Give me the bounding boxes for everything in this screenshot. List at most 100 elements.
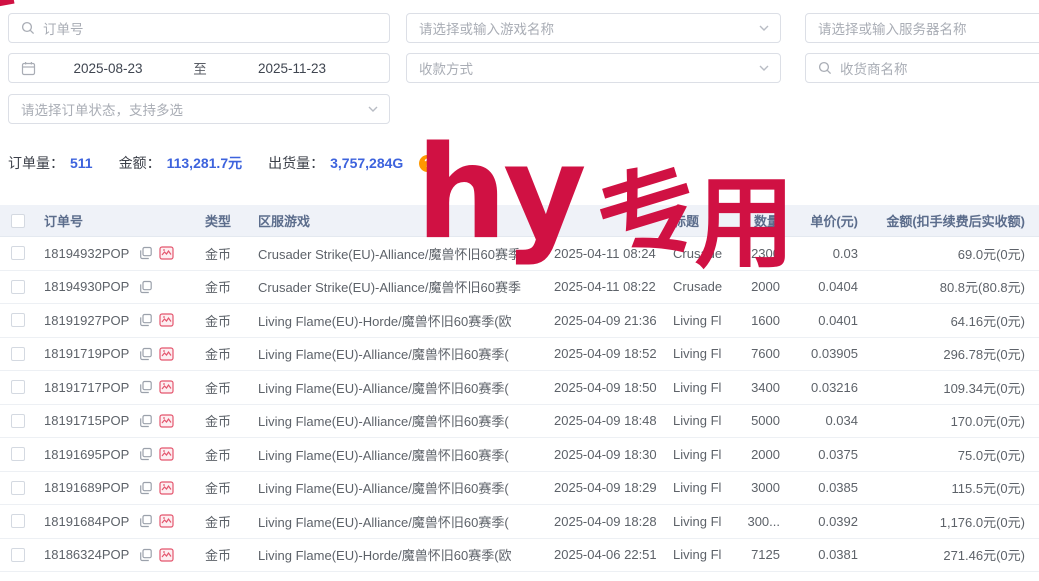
order-title: Crusade <box>673 237 731 270</box>
order-time: 2025-04-11 08:22 <box>547 271 673 304</box>
date-range-picker[interactable]: 2025-08-23 至 2025-11-23 <box>8 53 390 83</box>
search-icon <box>21 21 35 35</box>
order-number: 18191717POP <box>44 380 129 395</box>
order-title: Living Fl <box>673 438 731 471</box>
table-row: 18191719POP金币Living Flame(EU)-Alliance/魔… <box>0 338 1039 372</box>
copy-icon[interactable] <box>139 347 153 361</box>
screenshot-image-icon[interactable] <box>159 313 174 327</box>
row-checkbox[interactable] <box>11 280 25 294</box>
order-no-placeholder: 订单号 <box>43 18 84 38</box>
screenshot-image-icon[interactable] <box>159 414 174 428</box>
row-checkbox[interactable] <box>11 548 25 562</box>
order-quantity: 300... <box>731 505 788 538</box>
date-start-value[interactable]: 2025-08-23 <box>44 61 172 76</box>
row-checkbox[interactable] <box>11 313 25 327</box>
row-checkbox[interactable] <box>11 481 25 495</box>
order-type: 金币 <box>205 237 258 270</box>
order-amount: 1,176.0元(0元) <box>868 505 1039 538</box>
order-type: 金币 <box>205 472 258 505</box>
unit-price: 0.0381 <box>788 539 868 572</box>
screenshot-image-icon[interactable] <box>159 246 174 260</box>
date-range-separator: 至 <box>172 58 228 78</box>
row-checkbox[interactable] <box>11 414 25 428</box>
server-game: Crusader Strike(EU)-Alliance/魔兽怀旧60赛季 <box>258 271 547 304</box>
order-type: 金币 <box>205 371 258 404</box>
receiver-input[interactable]: 收货商名称 <box>805 53 1039 83</box>
order-title: Living Fl <box>673 371 731 404</box>
unit-price: 0.034 <box>788 405 868 438</box>
order-quantity: 2000 <box>731 271 788 304</box>
copy-icon[interactable] <box>139 548 153 562</box>
row-checkbox[interactable] <box>11 447 25 461</box>
orders-table: 订单号 类型 区服游戏 标题 数量 单价(元) 金额(扣手续费后实收额) 181… <box>0 205 1039 572</box>
order-amount: 170.0元(0元) <box>868 405 1039 438</box>
order-type: 金币 <box>205 405 258 438</box>
screenshot-image-icon[interactable] <box>159 380 174 394</box>
unit-price: 0.0385 <box>788 472 868 505</box>
server-select[interactable]: 请选择或输入服务器名称 <box>805 13 1039 43</box>
row-checkbox[interactable] <box>11 514 25 528</box>
copy-icon[interactable] <box>139 380 153 394</box>
unit-price: 0.03905 <box>788 338 868 371</box>
select-all-checkbox[interactable] <box>11 214 25 228</box>
header-unit-price: 单价(元) <box>788 205 868 236</box>
copy-icon[interactable] <box>139 280 153 294</box>
order-type: 金币 <box>205 505 258 538</box>
copy-icon[interactable] <box>139 447 153 461</box>
screenshot-image-icon[interactable] <box>159 548 174 562</box>
server-game: Living Flame(EU)-Horde/魔兽怀旧60赛季(欧 <box>258 539 547 572</box>
order-title: Living Fl <box>673 472 731 505</box>
order-no-input[interactable]: 订单号 <box>8 13 390 43</box>
header-type: 类型 <box>205 205 258 236</box>
unit-price: 0.0401 <box>788 304 868 337</box>
copy-icon[interactable] <box>139 414 153 428</box>
header-time <box>547 205 673 236</box>
order-type: 金币 <box>205 539 258 572</box>
order-title: Living Fl <box>673 505 731 538</box>
table-header-row: 订单号 类型 区服游戏 标题 数量 单价(元) 金额(扣手续费后实收额) <box>0 205 1039 237</box>
order-quantity: 3000 <box>731 472 788 505</box>
unit-price: 0.0375 <box>788 438 868 471</box>
copy-icon[interactable] <box>139 313 153 327</box>
row-checkbox[interactable] <box>11 246 25 260</box>
screenshot-image-icon[interactable] <box>159 481 174 495</box>
order-time: 2025-04-09 18:28 <box>547 505 673 538</box>
order-quantity: 5000 <box>731 405 788 438</box>
amount-label: 金额： <box>119 153 161 173</box>
order-title: Living Fl <box>673 405 731 438</box>
order-number: 18194930POP <box>44 279 129 294</box>
order-number: 18191715POP <box>44 413 129 428</box>
screenshot-image-icon[interactable] <box>159 447 174 461</box>
server-game: Crusader Strike(EU)-Alliance/魔兽怀旧60赛季 <box>258 237 547 270</box>
help-question-icon[interactable]: ? <box>419 155 436 172</box>
order-type: 金币 <box>205 271 258 304</box>
screenshot-image-icon[interactable] <box>159 514 174 528</box>
table-row: 18194930POP 金币Crusader Strike(EU)-Allianc… <box>0 271 1039 305</box>
copy-icon[interactable] <box>139 514 153 528</box>
order-title: Living Fl <box>673 338 731 371</box>
screenshot-image-icon[interactable] <box>159 347 174 361</box>
header-quantity: 数量 <box>731 205 788 236</box>
order-number: 18191684POP <box>44 514 129 529</box>
order-quantity: 7125 <box>731 539 788 572</box>
copy-icon[interactable] <box>139 481 153 495</box>
orders-count-value: 511 <box>70 155 93 171</box>
order-status-select[interactable]: 请选择订单状态，支持多选 <box>8 94 390 124</box>
unit-price: 0.0392 <box>788 505 868 538</box>
order-number: 18191927POP <box>44 313 129 328</box>
table-row: 18191927POP金币Living Flame(EU)-Horde/魔兽怀旧… <box>0 304 1039 338</box>
server-select-placeholder: 请选择或输入服务器名称 <box>818 18 967 38</box>
order-time: 2025-04-09 18:29 <box>547 472 673 505</box>
row-checkbox[interactable] <box>11 347 25 361</box>
payment-method-select[interactable]: 收款方式 <box>406 53 781 83</box>
game-select[interactable]: 请选择或输入游戏名称 <box>406 13 781 43</box>
header-order-no: 订单号 <box>36 205 205 236</box>
date-end-value[interactable]: 2025-11-23 <box>228 61 356 76</box>
copy-icon[interactable] <box>139 246 153 260</box>
order-amount: 80.8元(80.8元) <box>868 271 1039 304</box>
order-title: Living Fl <box>673 304 731 337</box>
unit-price: 0.03216 <box>788 371 868 404</box>
order-quantity: 1600 <box>731 304 788 337</box>
table-row: 18191715POP金币Living Flame(EU)-Alliance/魔… <box>0 405 1039 439</box>
row-checkbox[interactable] <box>11 380 25 394</box>
